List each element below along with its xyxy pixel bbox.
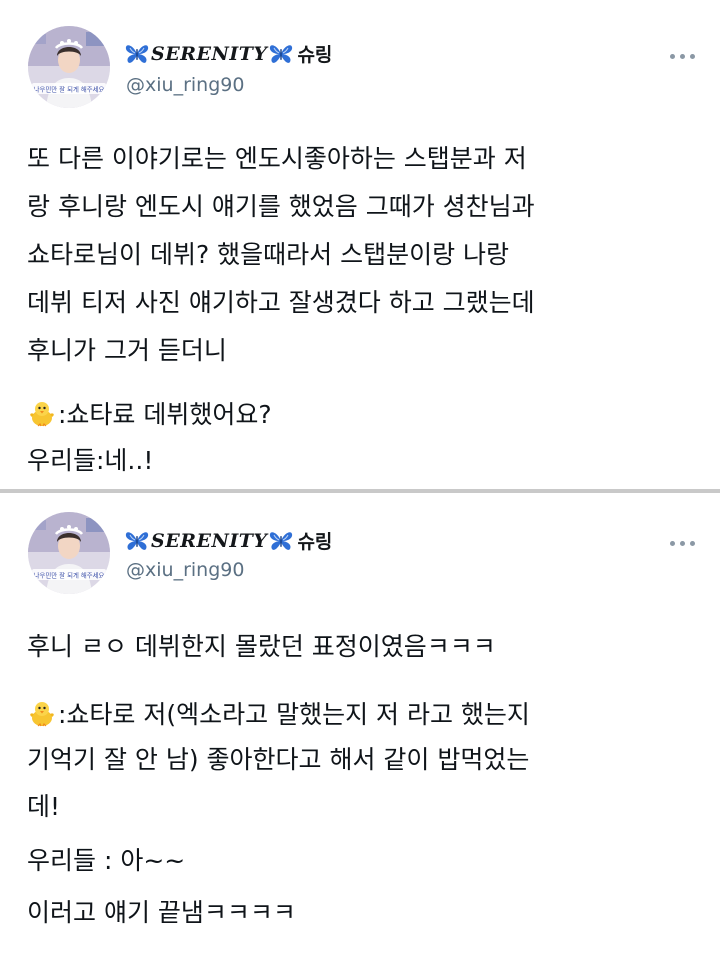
display-name-suffix: 슈링 <box>297 44 333 66</box>
avatar-image: 나우민만 잘 되게 해주세요 <box>28 512 110 594</box>
tweet-card[interactable]: 나우민만 잘 되게 해주세요 SERENITY 슈링 @xiu_ring90 후… <box>0 493 720 961</box>
display-name: SERENITY <box>151 529 268 552</box>
avatar-caption: 나우민만 잘 되게 해주세요 <box>34 85 105 94</box>
tweet-text-line: 기억기 잘 안 남) 좋아한다고 해서 같이 밥먹었는 <box>27 745 530 774</box>
butterfly-icon <box>269 530 293 552</box>
tweet-text-line: 쇼타로님이 데뷔? 했을때라서 스탭분이랑 나랑 <box>27 240 510 269</box>
tweet-text-line: 후니가 그거 듣더니 <box>27 336 227 365</box>
avatar-image: 나우민만 잘 되게 해주세요 <box>28 26 110 108</box>
butterfly-icon <box>125 43 149 65</box>
tweet-text-line: 후니 ㄹㅇ 데뷔한지 몰랐던 표정이였음ㅋㅋㅋ <box>27 632 496 661</box>
chick-emoji-icon <box>27 698 57 728</box>
avatar[interactable]: 나우민만 잘 되게 해주세요 <box>28 26 110 108</box>
chick-dialogue: :쇼타로 저(엑소라고 말했는지 저 라고 했는지 <box>58 700 530 729</box>
display-name-row[interactable]: SERENITY 슈링 <box>125 527 332 554</box>
display-name-row[interactable]: SERENITY 슈링 <box>125 40 332 67</box>
avatar[interactable]: 나우민만 잘 되게 해주세요 <box>28 512 110 594</box>
tweet-text-line: 우리들 : 아~~ <box>27 846 186 875</box>
display-name-suffix: 슈링 <box>297 531 333 553</box>
display-name: SERENITY <box>151 42 268 65</box>
user-handle[interactable]: @xiu_ring90 <box>126 74 244 96</box>
tweet-text-line: :쇼타료 데뷔했어요? <box>27 398 272 430</box>
butterfly-icon <box>125 530 149 552</box>
more-options-icon[interactable] <box>666 44 698 68</box>
tweet-text-line: :쇼타로 저(엑소라고 말했는지 저 라고 했는지 <box>27 698 530 730</box>
tweet-text-line: 데뷔 티저 사진 얘기하고 잘생겼다 하고 그랬는데 <box>27 288 535 317</box>
tweet-text-line: 데! <box>27 792 61 821</box>
tweet-text-line: 또 다른 이야기로는 엔도시좋아하는 스탭분과 저 <box>27 144 527 173</box>
more-options-icon[interactable] <box>666 531 698 555</box>
tweet-text-line: 우리들:네..! <box>27 446 154 475</box>
chick-emoji-icon <box>27 398 57 428</box>
tweet-card[interactable]: 나우민만 잘 되게 해주세요 SERENITY 슈링 @xiu_ring90 또… <box>0 0 720 489</box>
tweet-text-line: 랑 후니랑 엔도시 얘기를 했었음 그때가 셩찬님과 <box>27 192 535 221</box>
user-handle[interactable]: @xiu_ring90 <box>126 559 244 581</box>
tweet-text-line: 이러고 얘기 끝냄ㅋㅋㅋㅋ <box>27 898 296 927</box>
chick-dialogue: :쇼타료 데뷔했어요? <box>58 400 272 429</box>
avatar-caption: 나우민만 잘 되게 해주세요 <box>34 571 105 580</box>
butterfly-icon <box>269 43 293 65</box>
